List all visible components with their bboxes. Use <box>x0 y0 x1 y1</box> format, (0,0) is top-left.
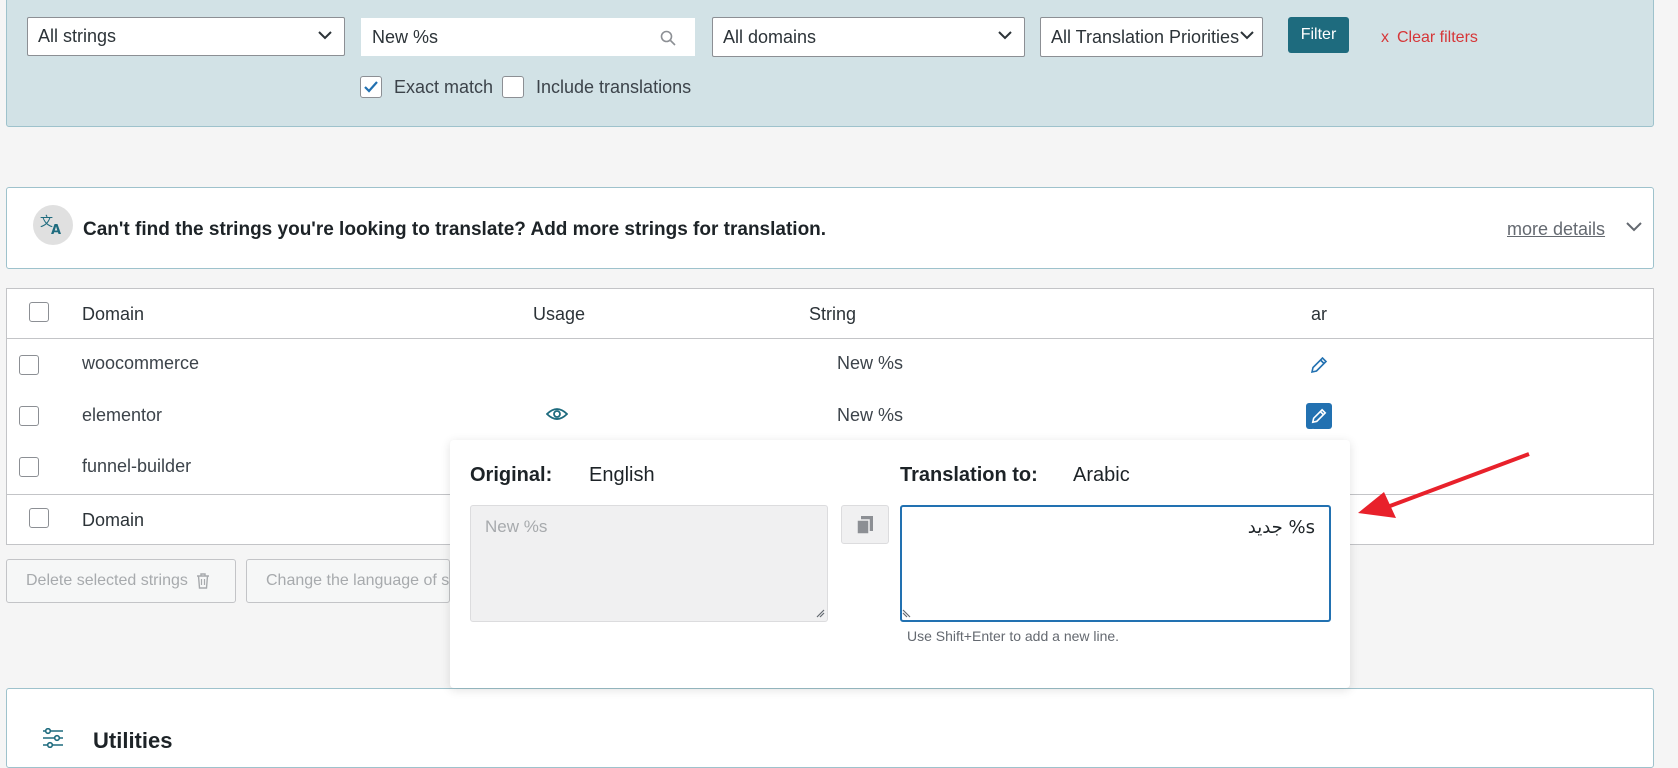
clear-filters-label: Clear filters <box>1397 29 1478 46</box>
checkmark-icon <box>364 81 378 93</box>
change-language-label: Change the language of s <box>266 572 450 589</box>
copy-original-button[interactable] <box>841 505 889 544</box>
delete-selected-label: Delete selected strings <box>26 572 188 589</box>
clear-filters-link[interactable]: x Clear filters <box>1381 29 1478 47</box>
search-input-value: New %s <box>372 26 439 47</box>
row-checkbox[interactable] <box>19 406 39 426</box>
edit-pencil-icon[interactable] <box>1310 356 1328 374</box>
edit-pencil-button-active[interactable] <box>1306 403 1332 429</box>
chevron-down-icon[interactable] <box>1626 222 1642 232</box>
delete-selected-button[interactable]: Delete selected strings <box>6 559 236 603</box>
column-header-usage: Usage <box>533 304 586 324</box>
resize-handle-icon[interactable] <box>816 609 825 618</box>
column-header-domain[interactable]: Domain <box>82 304 144 325</box>
row-checkbox[interactable] <box>19 457 39 477</box>
chevron-down-icon <box>998 31 1012 40</box>
domains-select[interactable]: All domains <box>712 17 1025 57</box>
chevron-down-icon <box>318 31 332 40</box>
original-label: Original: <box>470 464 553 486</box>
change-language-button[interactable]: Change the language of s <box>246 559 450 603</box>
more-details-link[interactable]: more details <box>1507 219 1605 240</box>
header-divider <box>6 338 1654 339</box>
row-domain: elementor <box>82 405 163 425</box>
notice-text: Can't find the strings you're looking to… <box>83 219 827 240</box>
column-header-lang-ar: ar <box>1311 304 1328 324</box>
row-string: New %s <box>837 353 904 373</box>
priorities-select[interactable]: All Translation Priorities <box>1040 17 1263 57</box>
search-input[interactable]: New %s <box>361 18 695 56</box>
row-string: New %s <box>837 405 904 425</box>
translation-label: Translation to: <box>900 464 1038 486</box>
utilities-title: Utilities <box>93 728 173 753</box>
translate-icon: 文 A <box>33 205 73 245</box>
select-all-footer-checkbox[interactable] <box>29 508 49 528</box>
sliders-icon <box>43 728 63 748</box>
filter-button[interactable]: Filter <box>1288 17 1349 53</box>
exact-match-label: Exact match <box>394 76 494 97</box>
utilities-panel <box>6 688 1654 768</box>
row-domain: funnel-builder <box>82 456 192 476</box>
include-translations-checkbox[interactable] <box>502 76 524 98</box>
string-type-value: All strings <box>38 26 117 46</box>
translation-language: Arabic <box>1073 464 1130 486</box>
clear-filters-x: x <box>1381 29 1389 46</box>
trash-icon <box>196 573 209 589</box>
row-checkbox[interactable] <box>19 355 39 375</box>
select-all-checkbox[interactable] <box>29 302 49 322</box>
original-text-box: New %s <box>470 505 828 622</box>
svg-text:A: A <box>51 223 61 236</box>
translation-input[interactable]: s% جديد <box>900 505 1331 622</box>
priorities-value: All Translation Priorities <box>1051 26 1240 47</box>
column-footer-domain[interactable]: Domain <box>82 510 144 531</box>
eye-icon[interactable] <box>546 407 568 421</box>
search-icon <box>660 30 676 46</box>
string-type-select[interactable]: All strings <box>27 17 345 56</box>
row-domain: woocommerce <box>82 353 200 373</box>
include-translations-option[interactable]: Include translations <box>502 76 691 98</box>
column-header-string[interactable]: String <box>809 304 856 325</box>
original-text: New %s <box>485 517 548 536</box>
exact-match-option[interactable]: Exact match <box>360 76 493 98</box>
chevron-down-icon <box>1240 31 1254 40</box>
domains-value: All domains <box>723 26 817 47</box>
resize-handle-icon[interactable] <box>902 609 911 618</box>
annotation-arrow-icon <box>1358 452 1530 518</box>
edit-pencil-icon <box>1311 408 1327 424</box>
original-language: English <box>589 464 655 486</box>
copy-icon <box>856 515 873 535</box>
newline-hint: Use Shift+Enter to add a new line. <box>907 628 1120 644</box>
include-translations-label: Include translations <box>536 76 692 97</box>
exact-match-checkbox[interactable] <box>360 76 382 98</box>
